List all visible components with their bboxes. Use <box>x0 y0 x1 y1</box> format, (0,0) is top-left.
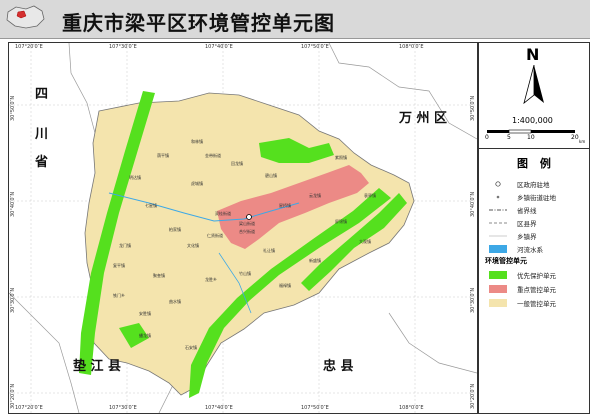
town-label: 竹山镇 <box>239 271 251 276</box>
general-swatch-icon <box>489 299 507 307</box>
coord-right: 30°40′0″N <box>470 191 476 217</box>
town-label: 蟠龙镇 <box>139 333 151 338</box>
dash-line-icon <box>489 222 507 224</box>
town-label: 新盛镇 <box>309 258 321 263</box>
legend-unit-item: 优先保护单元 <box>483 269 587 281</box>
map-frame: 梁山街道 双桂街道 仁贤街道 礼让镇 云龙镇 屏锦镇 袁驿镇 新盛镇 福禄镇 聚… <box>8 42 478 414</box>
thin-line-icon <box>489 235 507 237</box>
coord-right: 30°30′0″N <box>470 287 476 313</box>
town-label: 福禄镇 <box>279 283 291 288</box>
town-label: 合兴街道 <box>239 229 255 234</box>
small-dot-icon <box>496 195 500 199</box>
neighbor-zhongxian: 忠 县 <box>323 359 354 374</box>
town-label: 明达镇 <box>129 175 141 180</box>
north-arrow-icon <box>523 65 544 105</box>
town-label: 袁驿镇 <box>364 193 376 198</box>
town-label: 聚奎镇 <box>153 273 165 278</box>
town-label: 七星镇 <box>145 203 157 208</box>
neighbor-wanzhou: 万 州 区 <box>399 111 448 126</box>
scale-unit: km <box>579 139 586 144</box>
coord-top: 107°50′0″E <box>301 44 329 50</box>
north-scale-box: N 1:400,000 0 5 10 20 km <box>479 43 589 149</box>
district-seat-marker <box>246 214 252 220</box>
circle-dot-icon <box>495 181 501 187</box>
town-label: 曲水镇 <box>169 299 181 304</box>
legend-unit-heading: 环境管控单元 <box>485 257 527 265</box>
town-label: 金带街道 <box>205 153 221 158</box>
town-label: 云龙镇 <box>309 193 321 198</box>
north-letter: N <box>526 45 540 64</box>
town-label: 荫平镇 <box>157 153 169 158</box>
coord-left: 30°30′0″N <box>10 287 16 313</box>
key-swatch-icon <box>489 285 507 293</box>
legend-unit-item: 一般管控单元 <box>483 297 587 309</box>
town-label: 紫照镇 <box>335 155 347 160</box>
town-label: 大观镇 <box>359 239 371 244</box>
coord-top: 107°40′0″E <box>205 44 233 50</box>
legend-item: 乡镇界 <box>483 230 587 242</box>
coord-right: 30°50′0″N <box>470 95 476 121</box>
coord-left: 30°50′0″N <box>10 95 16 121</box>
town-label: 双桂街道 <box>215 211 231 216</box>
dash-dot-line-icon <box>489 209 507 211</box>
coord-bottom: 107°20′0″E <box>15 405 43 411</box>
town-label: 梁山街道 <box>239 221 255 226</box>
scale-tick: 0 <box>485 134 489 141</box>
locator-map-icon <box>6 5 45 29</box>
scale-tick: 5 <box>507 134 511 141</box>
legend-item: 河流水系 <box>483 243 587 255</box>
coord-bottom: 107°50′0″E <box>301 405 329 411</box>
scale-tick: 20 <box>571 134 579 141</box>
legend-item: 乡镇街道驻地 <box>483 191 587 203</box>
town-label: 龙门镇 <box>119 243 131 248</box>
coord-top: 107°20′0″E <box>15 44 43 50</box>
town-label: 铁门乡 <box>113 293 125 298</box>
town-label: 文化镇 <box>187 243 199 248</box>
scale-tick: 10 <box>527 134 535 141</box>
town-label: 安胜镇 <box>139 311 151 316</box>
legend-item: 区县界 <box>483 217 587 229</box>
scale-ratio: 1:400,000 <box>512 116 553 125</box>
title-bar: 重庆市梁平区环境管控单元图 <box>0 0 590 39</box>
town-label: 石安镇 <box>185 345 197 350</box>
coord-top: 108°0′0″E <box>399 44 424 50</box>
legend-unit-item: 重点管控单元 <box>483 283 587 295</box>
town-label: 复平镇 <box>113 263 125 268</box>
legend-title: 图 例 <box>517 157 555 170</box>
town-label: 屏锦镇 <box>335 219 347 224</box>
coord-top: 107°30′0″E <box>109 44 137 50</box>
neighbor-dianjiang: 垫 江 县 <box>73 359 122 374</box>
priority-swatch-icon <box>489 271 507 279</box>
neighbor-sichuan-char: 省 <box>35 155 49 170</box>
legend-item: 省界线 <box>483 204 587 216</box>
blue-fill-icon <box>489 245 507 253</box>
town-label: 仁贤街道 <box>207 233 223 238</box>
coord-bottom: 108°0′0″E <box>399 405 424 411</box>
neighbor-sichuan-char: 四 <box>35 87 49 102</box>
map-title: 重庆市梁平区环境管控单元图 <box>62 11 335 35</box>
town-label: 和林镇 <box>191 139 203 144</box>
map-page: 重庆市梁平区环境管控单元图 梁山街道 双桂街道 仁贤街道 礼让镇 云龙镇 屏锦镇… <box>0 0 590 417</box>
town-label: 龙胜乡 <box>205 277 217 282</box>
town-label: 柏家镇 <box>169 227 181 232</box>
legend-item: 区政府驻地 <box>483 178 587 190</box>
town-label: 虎城镇 <box>191 181 203 186</box>
town-label: 星桥镇 <box>279 203 291 208</box>
coord-left: 30°40′0″N <box>10 191 16 217</box>
town-label: 礼让镇 <box>263 248 275 253</box>
coord-right: 30°20′0″N <box>470 383 476 409</box>
neighbor-sichuan-char: 川 <box>35 127 49 142</box>
town-label: 回龙镇 <box>231 161 243 166</box>
side-panel: N 1:400,000 0 5 10 20 km 图 例 区政府驻地 乡镇街道驻… <box>478 42 590 414</box>
coord-bottom: 107°40′0″E <box>205 405 233 411</box>
town-label: 碧山镇 <box>265 173 277 178</box>
coord-left: 30°20′0″N <box>10 383 16 409</box>
coord-bottom: 107°30′0″E <box>109 405 137 411</box>
